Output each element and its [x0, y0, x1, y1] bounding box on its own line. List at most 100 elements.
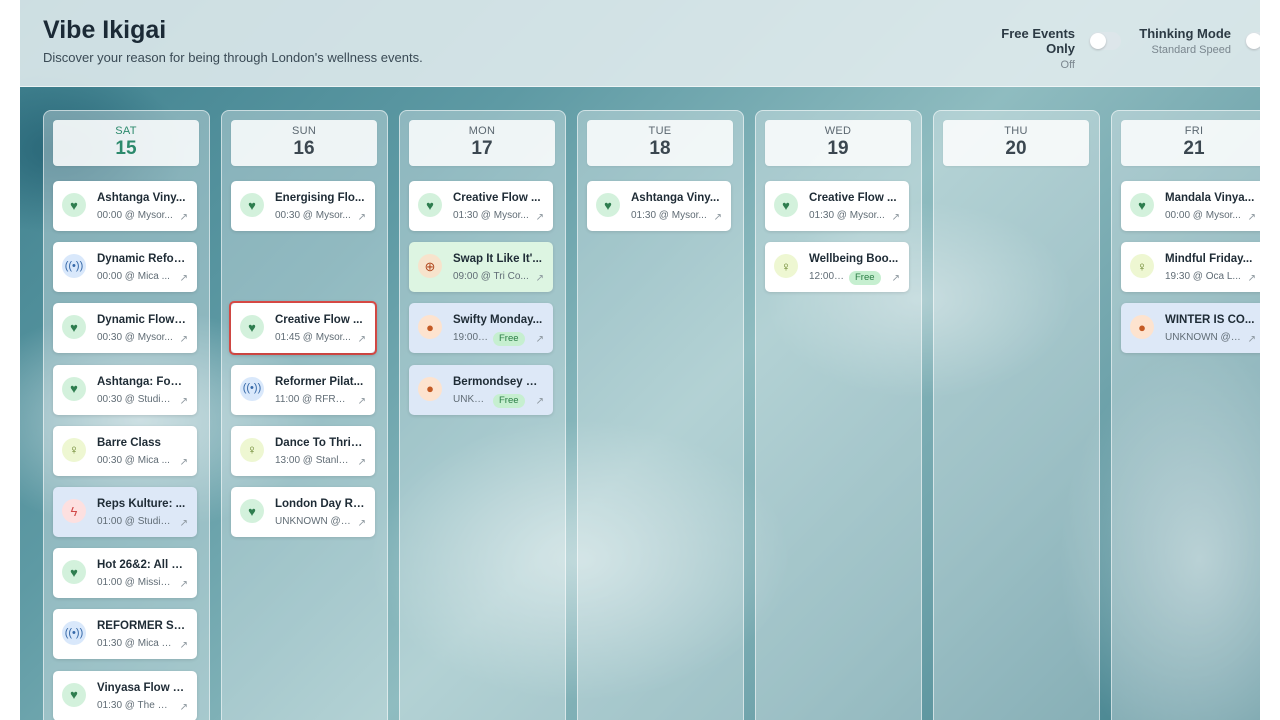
external-link-icon[interactable]: ↗ [180, 579, 188, 590]
event-card[interactable]: ● WINTER IS CO... UNKNOWN @ ... ↗ [1121, 303, 1260, 354]
event-card[interactable]: ● Bermondsey S... UNKN... Free ↗ [409, 364, 553, 415]
external-link-icon[interactable]: ↗ [892, 212, 900, 223]
external-link-icon[interactable]: ↗ [358, 212, 366, 223]
day-header: MON 17 [409, 120, 555, 166]
event-card[interactable]: ♥ London Day Re... UNKNOWN @ ... ↗ [231, 487, 375, 537]
event-card[interactable]: ♥ Vinyasa Flow Y... 01:30 @ The La... ↗ [53, 670, 197, 720]
signal-icon: ((•)) [62, 254, 86, 279]
event-title: Vinyasa Flow Y... [97, 681, 187, 694]
pin-icon: ♀ [62, 437, 86, 462]
external-link-icon[interactable]: ↗ [714, 212, 722, 223]
external-link-icon[interactable]: ↗ [180, 640, 188, 651]
event-meta: 01:00 @ Missio... [97, 577, 173, 589]
day-header: TUE 18 [587, 120, 733, 166]
day-number: 21 [1183, 138, 1205, 159]
event-meta: 01:30 @ Mysor... [631, 210, 707, 221]
external-link-icon[interactable]: ↗ [536, 212, 544, 223]
day-name: WED [824, 125, 852, 137]
event-meta: 00:30 @ Studio... [97, 393, 173, 405]
external-link-icon[interactable]: ↗ [1248, 273, 1256, 284]
event-card[interactable]: ♥ Energising Flo... 00:30 @ Mysor... ↗ [231, 181, 375, 231]
day-name: SAT [115, 125, 137, 137]
event-card[interactable]: ♀ Dance To Thriv... 13:00 @ Stanle... ↗ [231, 425, 375, 476]
external-link-icon[interactable]: ↗ [180, 457, 188, 468]
day-number: 16 [293, 138, 315, 159]
event-meta: UNKN... [453, 393, 489, 405]
event-title: Swifty Monday... [453, 314, 543, 327]
bolt-icon: ϟ [62, 499, 86, 523]
external-link-icon[interactable]: ↗ [180, 702, 188, 713]
external-link-icon[interactable]: ↗ [536, 334, 544, 345]
event-card[interactable]: ϟ Reps Kulture: ... 01:00 @ Studio ... ↗ [53, 487, 197, 537]
event-meta: 00:00 @ Mysor... [97, 210, 173, 221]
day-column-mon: MON 17 ♥ Creative Flow ... 01:30 @ Mysor... ↗… [399, 110, 566, 720]
external-link-icon[interactable]: ↗ [180, 334, 188, 345]
day-column-tue: TUE 18 ♥ Ashtanga Viny... 01:30 @ Mysor... ↗ [577, 110, 744, 720]
external-link-icon[interactable]: ↗ [1248, 334, 1256, 345]
event-card[interactable]: ♥ Ashtanga: Fou... 00:30 @ Studio... ↗ [53, 364, 197, 415]
external-link-icon[interactable]: ↗ [536, 396, 544, 407]
event-card[interactable]: ⊕ Swap It Like It'... 09:00 @ Tri Co... ↗ [409, 242, 553, 293]
external-link-icon[interactable]: ↗ [180, 518, 188, 529]
thinking-mode-switch[interactable] [1245, 32, 1260, 50]
event-card[interactable]: ((•)) Dynamic Refor... 00:00 @ Mica ... ↗ [53, 242, 197, 293]
external-link-icon[interactable]: ↗ [358, 457, 366, 468]
day-number: 19 [827, 138, 849, 159]
event-card[interactable]: ♥ Creative Flow ... 01:30 @ Mysor... ↗ [409, 181, 553, 231]
signal-icon: ((•)) [240, 376, 264, 401]
signal-icon: ((•)) [62, 621, 86, 646]
event-meta: 00:30 @ Mica ... [97, 454, 170, 466]
thinking-mode-state: Standard Speed [1151, 44, 1231, 56]
event-card[interactable]: ♀ Barre Class 00:30 @ Mica ... ↗ [53, 425, 197, 476]
event-card[interactable]: ((•)) Reformer Pilat... 11:00 @ RFRM. ... ↗ [231, 364, 375, 415]
day-name: THU [1004, 125, 1028, 137]
day-number: 15 [115, 138, 137, 159]
day-name: MON [468, 125, 496, 137]
event-meta: 19:30 @ Oca L... [1165, 271, 1241, 283]
free-badge: Free [493, 332, 525, 347]
event-title: Ashtanga Viny... [97, 192, 186, 204]
external-link-icon[interactable]: ↗ [1248, 212, 1256, 223]
app-window: Vibe Ikigai Discover your reason for bei… [20, 0, 1260, 720]
event-meta: 19:00 ... [453, 332, 489, 344]
day-header: FRI 21 [1121, 120, 1260, 166]
person-icon: ● [1130, 315, 1154, 340]
event-card[interactable]: ♥ Ashtanga Viny... 00:00 @ Mysor... ↗ [53, 181, 197, 231]
external-link-icon[interactable]: ↗ [180, 273, 188, 284]
event-title: Reformer Pilat... [275, 375, 364, 388]
switch-knob [1090, 33, 1106, 49]
external-link-icon[interactable]: ↗ [358, 396, 366, 407]
event-card[interactable]: ♥ Creative Flow ... 01:45 @ Mysor... ↗ [231, 303, 375, 354]
heart-icon: ♥ [240, 499, 264, 523]
event-card[interactable]: ♀ Mindful Friday... 19:30 @ Oca L... ↗ [1121, 242, 1260, 293]
event-card[interactable]: ♀ Wellbeing Boo... 12:00 ... Free ↗ [765, 242, 909, 293]
external-link-icon[interactable]: ↗ [892, 273, 900, 284]
external-link-icon[interactable]: ↗ [536, 273, 544, 284]
event-title: Ashtanga Viny... [631, 192, 720, 204]
event-meta: 01:30 @ Mysor... [809, 210, 885, 221]
external-link-icon[interactable]: ↗ [358, 334, 366, 345]
thinking-mode-label: Thinking Mode [1139, 26, 1231, 41]
heart-icon: ♥ [62, 682, 86, 707]
day-header: SAT 15 [53, 120, 199, 166]
heart-icon: ♥ [62, 376, 86, 401]
event-title: WINTER IS CO... [1165, 314, 1255, 327]
event-card[interactable]: ● Swifty Monday... 19:00 ... Free ↗ [409, 303, 553, 354]
person-icon: ● [418, 315, 442, 340]
external-link-icon[interactable]: ↗ [180, 212, 188, 223]
event-meta: 12:00 ... [809, 271, 845, 283]
external-link-icon[interactable]: ↗ [180, 396, 188, 407]
event-title: REFORMER ST... [97, 620, 187, 633]
external-link-icon[interactable]: ↗ [358, 518, 366, 529]
event-card[interactable]: ♥ Dynamic Flow ... 00:30 @ Mysor... ↗ [53, 303, 197, 354]
event-card[interactable]: ♥ Mandala Vinya... 00:00 @ Mysor... ↗ [1121, 181, 1260, 231]
free-events-switch[interactable] [1089, 32, 1121, 50]
event-card[interactable]: ♥ Ashtanga Viny... 01:30 @ Mysor... ↗ [587, 181, 731, 231]
event-meta: 01:30 @ Mysor... [453, 210, 529, 221]
event-card[interactable]: ((•)) REFORMER ST... 01:30 @ Mica Y... ↗ [53, 609, 197, 660]
event-card[interactable]: ♥ Hot 26&2: All L... 01:00 @ Missio... ↗ [53, 548, 197, 599]
event-title: Hot 26&2: All L... [97, 559, 187, 572]
free-badge: Free [849, 271, 881, 286]
event-card[interactable]: ♥ Creative Flow ... 01:30 @ Mysor... ↗ [765, 181, 909, 231]
event-meta: 01:30 @ The La... [97, 699, 173, 711]
